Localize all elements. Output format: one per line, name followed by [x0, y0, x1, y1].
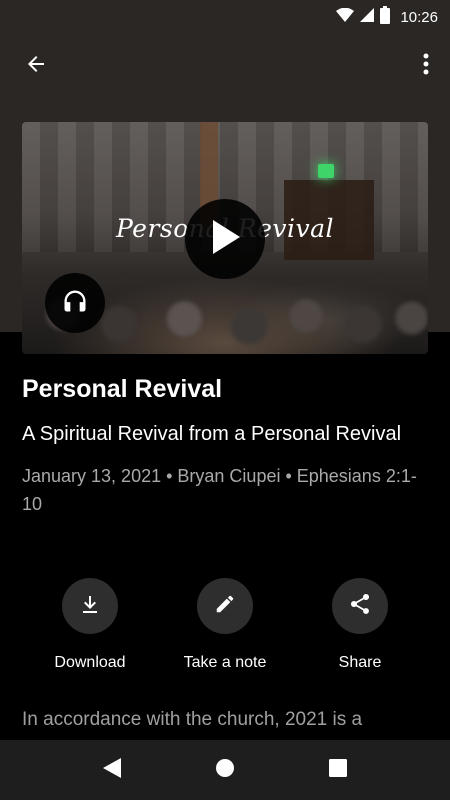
sermon-subtitle: A Spiritual Revival from a Personal Revi…	[22, 423, 402, 445]
headphones-icon	[61, 287, 89, 320]
sermon-thumbnail[interactable]: Personal Revival	[22, 122, 428, 354]
nav-back-icon	[103, 757, 121, 783]
take-note-button[interactable]: Take a note	[170, 578, 280, 672]
nav-home-icon	[215, 758, 235, 783]
action-row: Download Take a note Share	[22, 578, 428, 678]
share-circle	[332, 578, 388, 634]
take-note-label: Take a note	[183, 654, 267, 671]
play-button[interactable]	[185, 199, 265, 279]
sermon-description: In accordance with the church, 2021 is a	[22, 709, 363, 730]
sermon-info: Personal Revival A Spiritual Revival fro…	[22, 374, 428, 518]
sermon-meta: January 13, 2021 • Bryan Ciupei • Ephesi…	[22, 466, 417, 514]
nav-recents-button[interactable]	[324, 756, 352, 784]
status-bar: 10:26	[0, 0, 450, 32]
download-label: Download	[54, 654, 126, 671]
download-button[interactable]: Download	[35, 578, 145, 672]
status-icons: 10:26	[336, 6, 438, 29]
share-label: Share	[338, 654, 382, 671]
cell-signal-icon	[360, 8, 375, 27]
download-icon	[78, 592, 102, 621]
status-time: 10:26	[400, 9, 438, 26]
battery-icon	[380, 6, 391, 29]
share-icon	[348, 592, 372, 621]
nav-recents-icon	[329, 758, 347, 782]
back-button[interactable]	[16, 46, 56, 86]
sermon-title: Personal Revival	[22, 375, 223, 403]
more-options-button[interactable]	[412, 46, 440, 86]
more-vert-icon	[423, 53, 429, 80]
share-button[interactable]: Share	[305, 578, 415, 672]
nav-back-button[interactable]	[98, 756, 126, 784]
download-circle	[62, 578, 118, 634]
system-nav-bar	[0, 740, 450, 800]
app-bar	[0, 32, 450, 98]
play-icon	[210, 219, 240, 259]
audio-button[interactable]	[45, 273, 105, 333]
pencil-icon	[214, 593, 236, 620]
exit-sign	[318, 164, 334, 178]
take-note-circle	[197, 578, 253, 634]
nav-home-button[interactable]	[211, 756, 239, 784]
wifi-icon	[336, 7, 355, 27]
arrow-back-icon	[24, 52, 48, 81]
